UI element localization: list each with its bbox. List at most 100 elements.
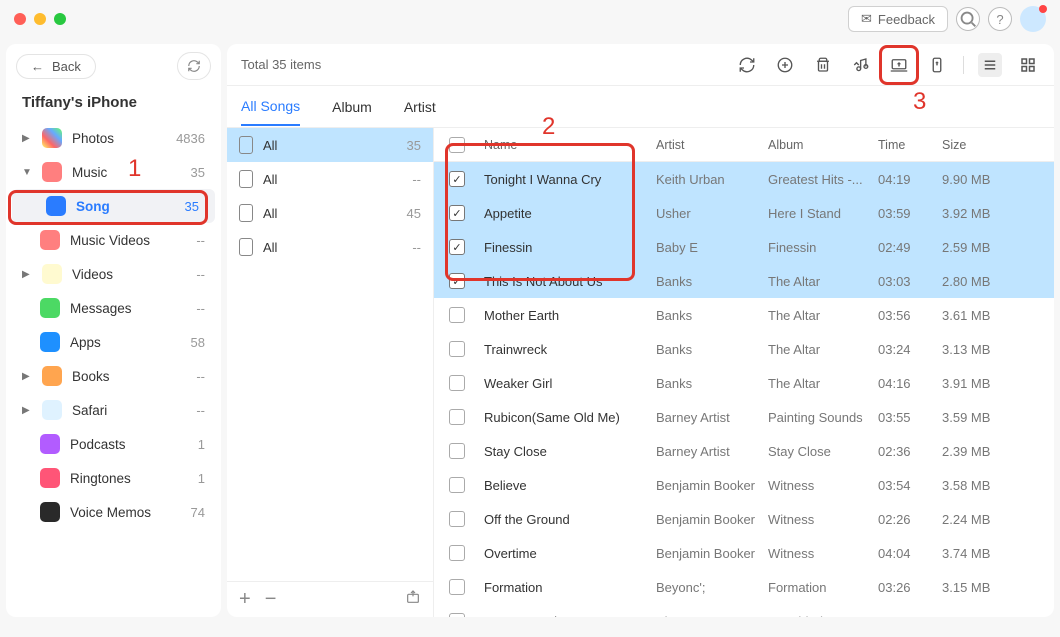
table-row[interactable]: FormationBeyonc';Formation03:263.15 MB (434, 570, 1054, 604)
row-checkbox[interactable] (449, 613, 465, 617)
sidebar-item-videos[interactable]: ▶Videos-- (6, 257, 221, 291)
table-row[interactable]: ✓FinessinBaby EFinessin02:492.59 MB (434, 230, 1054, 264)
add-playlist-icon[interactable]: + (239, 588, 251, 611)
row-checkbox[interactable]: ✓ (449, 171, 465, 187)
tab-album[interactable]: Album (332, 89, 372, 125)
ic-msg-icon (40, 298, 60, 318)
back-button[interactable]: ← Back (16, 54, 96, 79)
sidebar-item-music-videos[interactable]: Music Videos-- (6, 223, 221, 257)
cell-time: 03:59 (878, 206, 942, 221)
device-row[interactable]: All45 (227, 196, 433, 230)
row-checkbox[interactable] (449, 511, 465, 527)
share-icon[interactable] (405, 589, 421, 610)
cell-artist: Benjamin Booker (656, 478, 768, 493)
row-checkbox[interactable] (449, 375, 465, 391)
ic-videos-icon (42, 264, 62, 284)
chevron-icon: ▶ (22, 371, 32, 382)
close-icon[interactable] (14, 13, 26, 25)
select-all-checkbox[interactable]: − (449, 137, 465, 153)
sidebar-item-books[interactable]: ▶Books-- (6, 359, 221, 393)
table-row[interactable]: Stay CloseBarney ArtistStay Close02:362.… (434, 434, 1054, 468)
table-row[interactable]: Bounce BackBig SeanI Decided.03:423.40 M… (434, 604, 1054, 617)
cell-album: The Altar (768, 342, 878, 357)
chevron-icon: ▶ (22, 133, 32, 144)
sidebar-item-label: Apps (70, 335, 181, 350)
sidebar-item-apps[interactable]: Apps58 (6, 325, 221, 359)
help-icon[interactable]: ? (988, 7, 1012, 31)
cell-album: Witness (768, 512, 878, 527)
feedback-label: Feedback (878, 12, 935, 27)
feedback-button[interactable]: ✉ Feedback (848, 6, 948, 32)
list-view-icon[interactable] (978, 53, 1002, 77)
sync-icon[interactable] (735, 53, 759, 77)
row-checkbox[interactable] (449, 341, 465, 357)
cell-time: 03:55 (878, 410, 942, 425)
refresh-button[interactable] (177, 52, 211, 80)
cell-size: 3.61 MB (942, 308, 1016, 323)
device-row[interactable]: All35 (227, 128, 433, 162)
table-row[interactable]: ✓AppetiteUsherHere I Stand03:593.92 MB (434, 196, 1054, 230)
to-device-icon[interactable] (925, 53, 949, 77)
table-row[interactable]: BelieveBenjamin BookerWitness03:543.58 M… (434, 468, 1054, 502)
sidebar-item-music[interactable]: ▼Music35 (6, 155, 221, 189)
sidebar-item-label: Voice Memos (70, 505, 181, 520)
device-row[interactable]: All-- (227, 162, 433, 196)
to-mac-icon[interactable] (887, 53, 911, 77)
sidebar-item-count: 1 (198, 437, 205, 452)
row-checkbox[interactable]: ✓ (449, 205, 465, 221)
minimize-icon[interactable] (34, 13, 46, 25)
sidebar-item-podcasts[interactable]: Podcasts1 (6, 427, 221, 461)
table-row[interactable]: ✓Tonight I Wanna CryKeith UrbanGreatest … (434, 162, 1054, 196)
cell-artist: Beyonc'; (656, 580, 768, 595)
remove-playlist-icon[interactable]: − (265, 588, 277, 611)
row-checkbox[interactable]: ✓ (449, 239, 465, 255)
row-checkbox[interactable] (449, 409, 465, 425)
table-row[interactable]: TrainwreckBanksThe Altar03:243.13 MB (434, 332, 1054, 366)
ic-apps-icon (40, 332, 60, 352)
sidebar-item-messages[interactable]: Messages-- (6, 291, 221, 325)
table-row[interactable]: OvertimeBenjamin BookerWitness04:043.74 … (434, 536, 1054, 570)
window-controls[interactable] (14, 13, 66, 25)
col-album[interactable]: Album (768, 138, 878, 152)
sidebar-item-voice-memos[interactable]: Voice Memos74 (6, 495, 221, 529)
cell-artist: Keith Urban (656, 172, 768, 187)
sidebar-item-safari[interactable]: ▶Safari-- (6, 393, 221, 427)
trash-icon[interactable] (811, 53, 835, 77)
row-checkbox[interactable] (449, 307, 465, 323)
row-checkbox[interactable] (449, 443, 465, 459)
grid-view-icon[interactable] (1016, 53, 1040, 77)
cell-artist: Banks (656, 308, 768, 323)
avatar[interactable] (1020, 6, 1046, 32)
arrow-left-icon: ← (31, 59, 44, 74)
device-list: All35All--All45All-- + − (227, 128, 434, 617)
sidebar-item-ringtones[interactable]: Ringtones1 (6, 461, 221, 495)
col-name[interactable]: Name (480, 138, 656, 152)
table-row[interactable]: Weaker GirlBanksThe Altar04:163.91 MB (434, 366, 1054, 400)
table-row[interactable]: Rubicon(Same Old Me)Barney ArtistPaintin… (434, 400, 1054, 434)
cell-size: 2.59 MB (942, 240, 1016, 255)
row-checkbox[interactable] (449, 545, 465, 561)
table-row[interactable]: Mother EarthBanksThe Altar03:563.61 MB (434, 298, 1054, 332)
cell-album: Witness (768, 478, 878, 493)
sidebar-item-photos[interactable]: ▶Photos4836 (6, 121, 221, 155)
search-icon[interactable] (956, 7, 980, 31)
cell-name: Trainwreck (480, 342, 656, 357)
maximize-icon[interactable] (54, 13, 66, 25)
to-itunes-icon[interactable] (849, 53, 873, 77)
col-size[interactable]: Size (942, 138, 1016, 152)
sidebar-item-label: Song (76, 199, 175, 214)
col-time[interactable]: Time (878, 138, 942, 152)
col-artist[interactable]: Artist (656, 138, 768, 152)
row-checkbox[interactable] (449, 579, 465, 595)
row-checkbox[interactable]: ✓ (449, 273, 465, 289)
sidebar-item-song[interactable]: Song 35 (12, 189, 215, 223)
table-row[interactable]: ✓This Is Not About UsBanksThe Altar03:03… (434, 264, 1054, 298)
cell-time: 03:03 (878, 274, 942, 289)
add-icon[interactable] (773, 53, 797, 77)
sidebar-item-count: 35 (185, 199, 199, 214)
device-row[interactable]: All-- (227, 230, 433, 264)
table-row[interactable]: Off the GroundBenjamin BookerWitness02:2… (434, 502, 1054, 536)
tab-all-songs[interactable]: All Songs (241, 88, 300, 126)
row-checkbox[interactable] (449, 477, 465, 493)
tab-artist[interactable]: Artist (404, 89, 436, 125)
